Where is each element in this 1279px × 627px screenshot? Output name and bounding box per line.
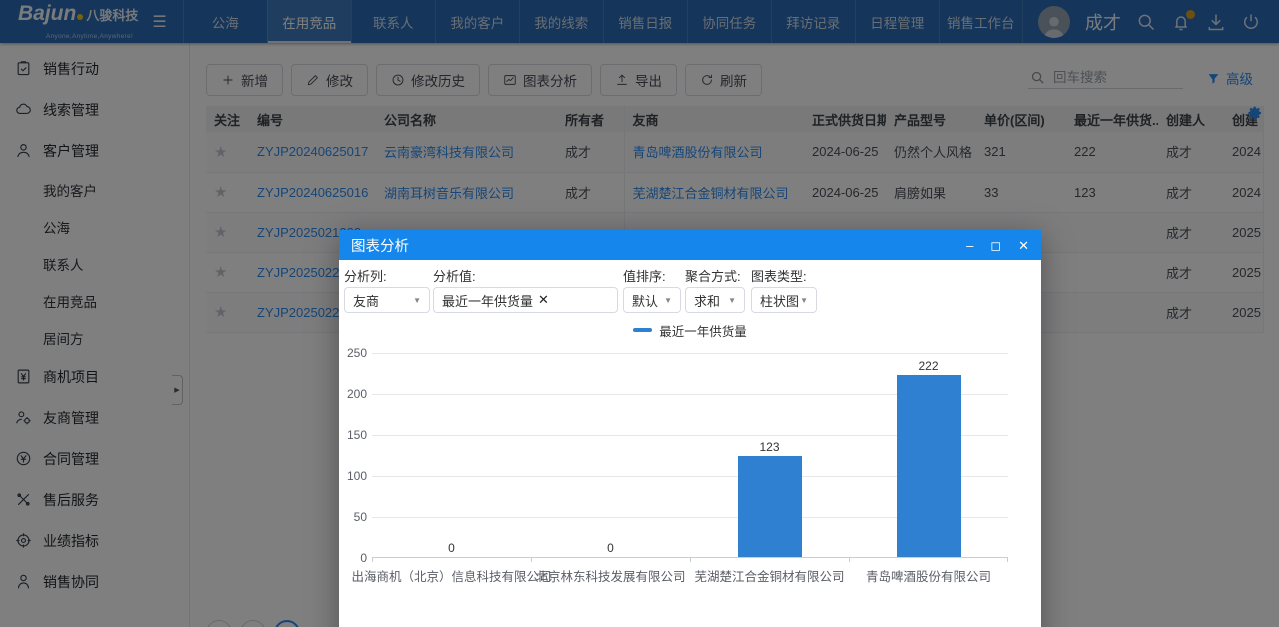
- chart-type-select[interactable]: 柱状图 ▼: [751, 287, 817, 313]
- x-axis-tick: [372, 557, 373, 562]
- modal-header[interactable]: 图表分析 – ◻ ✕: [339, 230, 1041, 260]
- chevron-down-icon: ▼: [664, 296, 672, 305]
- x-axis-tick: [531, 557, 532, 562]
- chart-type-label: 图表类型:: [751, 267, 821, 287]
- close-icon[interactable]: ✕: [1018, 239, 1029, 252]
- bar-value-label: 0: [412, 541, 492, 555]
- analysis-column-label: 分析列:: [344, 267, 433, 287]
- analysis-value-input[interactable]: 最近一年供货量 ✕: [433, 287, 618, 313]
- x-axis-tick: [1007, 557, 1008, 562]
- analysis-value-field: 分析值: 最近一年供货量 ✕: [433, 267, 623, 313]
- sort-field: 值排序: 默认 ▼: [623, 267, 685, 313]
- gridline: [372, 353, 1008, 354]
- bar[interactable]: [897, 375, 961, 557]
- chart-analysis-modal: 图表分析 – ◻ ✕ 分析列: 友商 ▼ 分析值: 最近一: [339, 230, 1041, 627]
- y-axis-tick-label: 200: [334, 387, 367, 401]
- chart-type-field: 图表类型: 柱状图 ▼: [751, 267, 821, 313]
- bar-chart: 最近一年供货量 0501001502002500出海商机（北京）信息科技有限公司…: [339, 320, 1041, 558]
- y-axis-tick-label: 0: [334, 551, 367, 565]
- sort-select[interactable]: 默认 ▼: [623, 287, 681, 313]
- x-axis-category-label: 出海商机（北京）信息科技有限公司: [351, 566, 551, 585]
- aggregation-field: 聚合方式: 求和 ▼: [685, 267, 751, 313]
- y-axis-tick-label: 150: [334, 428, 367, 442]
- chart-legend[interactable]: 最近一年供货量: [339, 320, 1041, 340]
- analysis-column-select[interactable]: 友商 ▼: [344, 287, 430, 313]
- window-controls: – ◻ ✕: [966, 239, 1029, 252]
- aggregation-label: 聚合方式:: [685, 267, 751, 287]
- x-axis-category-label: 芜湖楚江合金铜材有限公司: [694, 566, 844, 585]
- app: Bajun 八骏科技 Anyone,Anytime,Anywhere! ☰ 公海…: [0, 0, 1279, 627]
- analysis-value-label: 分析值:: [433, 267, 623, 287]
- sort-value: 默认: [632, 291, 658, 310]
- chart-type-value: 柱状图: [760, 291, 799, 310]
- chevron-down-icon: ▼: [413, 296, 421, 305]
- bar[interactable]: [738, 456, 802, 557]
- aggregation-select[interactable]: 求和 ▼: [685, 287, 745, 313]
- analysis-column-field: 分析列: 友商 ▼: [344, 267, 433, 313]
- analysis-column-value: 友商: [353, 291, 379, 310]
- chart-config-fields: 分析列: 友商 ▼ 分析值: 最近一年供货量 ✕ 值排序:: [344, 267, 1036, 313]
- modal-title: 图表分析: [351, 235, 409, 256]
- legend-label: 最近一年供货量: [659, 321, 747, 340]
- chart-plot-area: 0501001502002500出海商机（北京）信息科技有限公司0北京林东科技发…: [372, 353, 1008, 558]
- analysis-value-tag: 最近一年供货量: [442, 291, 533, 310]
- remove-value-icon[interactable]: ✕: [538, 292, 549, 308]
- bar-value-label: 123: [730, 440, 810, 454]
- legend-marker: [633, 328, 652, 332]
- y-axis-tick-label: 100: [334, 469, 367, 483]
- bar-value-label: 222: [889, 359, 969, 373]
- modal-body: 分析列: 友商 ▼ 分析值: 最近一年供货量 ✕ 值排序:: [339, 260, 1041, 319]
- chevron-down-icon: ▼: [800, 296, 808, 305]
- x-axis-tick: [849, 557, 850, 562]
- minimize-icon[interactable]: –: [966, 239, 973, 252]
- y-axis-tick-label: 250: [334, 346, 367, 360]
- x-axis-tick: [690, 557, 691, 562]
- aggregation-value: 求和: [694, 291, 720, 310]
- x-axis-category-label: 青岛啤酒股份有限公司: [866, 566, 991, 585]
- sort-label: 值排序:: [623, 267, 685, 287]
- y-axis-tick-label: 50: [334, 510, 367, 524]
- chevron-down-icon: ▼: [728, 296, 736, 305]
- x-axis-category-label: 北京林东科技发展有限公司: [535, 566, 685, 585]
- maximize-icon[interactable]: ◻: [990, 239, 1001, 252]
- bar-value-label: 0: [571, 541, 651, 555]
